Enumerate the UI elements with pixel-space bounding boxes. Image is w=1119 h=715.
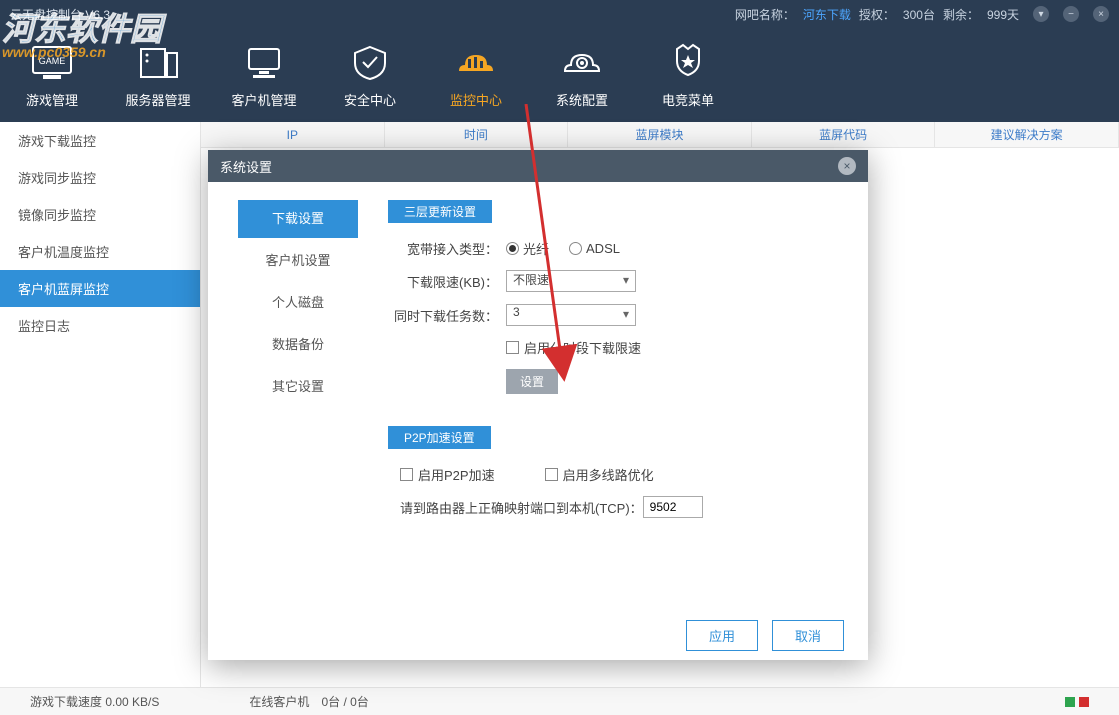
radio-adsl[interactable] xyxy=(569,242,582,255)
tasks-label: 同时下载任务数： xyxy=(388,306,498,325)
sidebar-item-sync-monitor[interactable]: 游戏同步监控 xyxy=(0,159,200,196)
status-bar: 游戏下载速度 0.00 KB/S 在线客户机 0台 / 0台 xyxy=(0,687,1119,715)
gear-icon xyxy=(557,38,607,86)
bandwidth-label: 宽带接入类型： xyxy=(388,239,498,258)
status-dot-red xyxy=(1079,697,1089,707)
multiroute-label: 启用多线路优化 xyxy=(563,465,654,484)
nav-security[interactable]: 安全中心 xyxy=(336,38,404,109)
dlg-nav-client[interactable]: 客户机设置 xyxy=(238,242,358,280)
col-module[interactable]: 蓝屏模块 xyxy=(568,122,752,147)
shield-icon xyxy=(345,38,395,86)
game-icon: GAME xyxy=(27,38,77,86)
nav-client-manage[interactable]: 客户机管理 xyxy=(230,38,298,109)
col-code[interactable]: 蓝屏代码 xyxy=(752,122,936,147)
limit-select[interactable]: 不限速 xyxy=(506,270,636,292)
dlg-nav-other[interactable]: 其它设置 xyxy=(238,368,358,406)
client-icon xyxy=(239,38,289,86)
speed-value: 0.00 KB/S xyxy=(105,695,159,709)
p2p-label: 启用P2P加速 xyxy=(418,465,495,484)
tasks-select[interactable]: 3 xyxy=(506,304,636,326)
app-title: 云无盘控制台 V6.3 xyxy=(10,6,735,23)
sidebar-item-download-monitor[interactable]: 游戏下载监控 xyxy=(0,122,200,159)
section-p2p-title: P2P加速设置 xyxy=(388,426,491,449)
dialog-title: 系统设置 xyxy=(220,157,838,176)
auth-label: 授权： xyxy=(859,6,895,23)
bar-name-value: 河东下载 xyxy=(803,6,851,23)
multiroute-checkbox[interactable] xyxy=(545,468,558,481)
col-ip[interactable]: IP xyxy=(201,122,385,147)
dlg-nav-disk[interactable]: 个人磁盘 xyxy=(238,284,358,322)
sidebar-item-temp-monitor[interactable]: 客户机温度监控 xyxy=(0,233,200,270)
sidebar: 游戏下载监控 游戏同步监控 镜像同步监控 客户机温度监控 客户机蓝屏监控 监控日… xyxy=(0,122,201,687)
dlg-nav-backup[interactable]: 数据备份 xyxy=(238,326,358,364)
apply-button[interactable]: 应用 xyxy=(686,620,758,651)
online-label: 在线客户机 xyxy=(249,695,309,709)
speed-label: 游戏下载速度 xyxy=(30,695,102,709)
sidebar-item-bluescreen[interactable]: 客户机蓝屏监控 xyxy=(0,270,200,307)
monitor-icon xyxy=(451,38,501,86)
section-update-title: 三层更新设置 xyxy=(388,200,492,223)
server-icon xyxy=(133,38,183,86)
dialog-close-icon[interactable]: × xyxy=(838,157,856,175)
col-time[interactable]: 时间 xyxy=(385,122,569,147)
online-value: 0台 / 0台 xyxy=(321,695,368,709)
svg-text:GAME: GAME xyxy=(39,56,66,66)
port-input[interactable] xyxy=(643,496,703,518)
remain-label: 剩余： xyxy=(943,6,979,23)
esports-icon xyxy=(663,38,713,86)
status-dot-green xyxy=(1065,697,1075,707)
dropdown-icon[interactable]: ▾ xyxy=(1033,6,1049,22)
nav-config[interactable]: 系统配置 xyxy=(548,38,616,109)
radio-adsl-label: ADSL xyxy=(586,241,620,256)
port-label: 请到路由器上正确映射端口到本机(TCP)： xyxy=(400,498,643,517)
nav-game-manage[interactable]: GAME 游戏管理 xyxy=(18,38,86,109)
radio-fiber[interactable] xyxy=(506,242,519,255)
set-button[interactable]: 设置 xyxy=(506,369,558,394)
settings-dialog: 系统设置 × 下载设置 客户机设置 个人磁盘 数据备份 其它设置 三层更新设置 … xyxy=(208,150,868,660)
close-icon[interactable]: × xyxy=(1093,6,1109,22)
minimize-icon[interactable]: − xyxy=(1063,6,1079,22)
time-limit-checkbox[interactable] xyxy=(506,341,519,354)
auth-value: 300台 xyxy=(903,6,935,23)
p2p-checkbox[interactable] xyxy=(400,468,413,481)
dlg-nav-download[interactable]: 下载设置 xyxy=(238,200,358,238)
bar-name-label: 网吧名称： xyxy=(735,6,795,23)
radio-fiber-label: 光纤 xyxy=(523,239,549,258)
sidebar-item-image-sync[interactable]: 镜像同步监控 xyxy=(0,196,200,233)
limit-label: 下载限速(KB)： xyxy=(388,272,498,291)
time-limit-label: 启用分时段下载限速 xyxy=(524,338,641,357)
nav-esports[interactable]: 电竞菜单 xyxy=(654,38,722,109)
nav-server-manage[interactable]: 服务器管理 xyxy=(124,38,192,109)
col-solution[interactable]: 建议解决方案 xyxy=(935,122,1119,147)
remain-value: 999天 xyxy=(987,6,1019,23)
nav-monitor[interactable]: 监控中心 xyxy=(442,38,510,109)
cancel-button[interactable]: 取消 xyxy=(772,620,844,651)
sidebar-item-log[interactable]: 监控日志 xyxy=(0,307,200,344)
header: 云无盘控制台 V6.3 网吧名称： 河东下载 授权： 300台 剩余： 999天… xyxy=(0,0,1119,122)
